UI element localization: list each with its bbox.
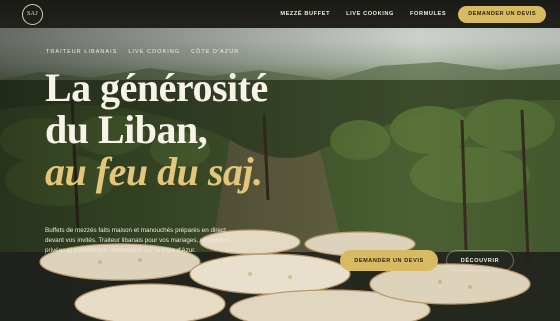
top-navigation-bar: SAJ MEZZÉ BUFFET LIVE COOKING FORMULES D… [0, 0, 560, 28]
hero-title-line-2: du Liban, [45, 107, 208, 152]
eyebrow-separator: · [184, 49, 188, 55]
nav-link-mezze-buffet[interactable]: MEZZÉ BUFFET [280, 11, 330, 17]
nav-links: MEZZÉ BUFFET LIVE COOKING FORMULES DEMAN… [264, 5, 546, 23]
discover-button[interactable]: DÉCOUVRIR [446, 250, 514, 271]
eyebrow-item-cote-dazur: CÔTE D'AZUR [191, 49, 240, 55]
nav-request-quote-button[interactable]: DEMANDER UN DEVIS [458, 5, 546, 23]
hero-title-accent-line: au feu du saj. [45, 149, 263, 194]
eyebrow-item-traiteur: TRAITEUR LIBANAIS [46, 49, 118, 55]
eyebrow-separator: · [121, 49, 125, 55]
logo-text: SAJ [27, 11, 38, 17]
nav-link-live-cooking[interactable]: LIVE COOKING [346, 11, 394, 17]
request-quote-button[interactable]: DEMANDER UN DEVIS [340, 250, 438, 271]
hero-eyebrow: TRAITEUR LIBANAIS · LIVE COOKING · CÔTE D'AZ… [46, 49, 239, 55]
hero-title: La générosité du Liban, au feu du saj. [45, 67, 268, 193]
hero-title-line-1: La générosité [45, 65, 268, 110]
eyebrow-item-live-cooking: LIVE COOKING [128, 49, 181, 55]
hero-description: Buffets de mezzés faits maison et manouc… [45, 227, 230, 255]
nav-link-formules[interactable]: FORMULES [410, 11, 446, 17]
logo[interactable]: SAJ [22, 3, 43, 25]
